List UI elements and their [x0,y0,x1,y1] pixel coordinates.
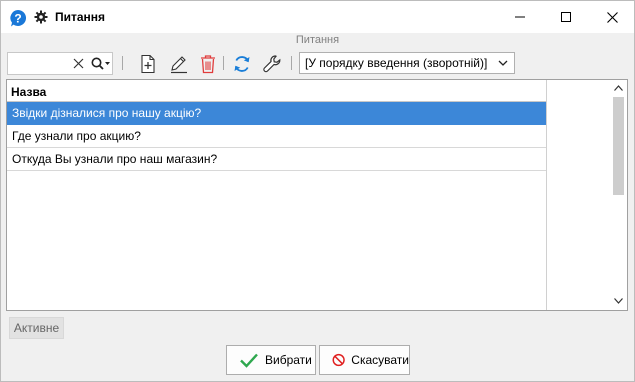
chevron-down-icon [498,60,508,66]
vertical-scrollbar[interactable] [609,80,627,310]
table-row[interactable]: Звідки дізналися про нашу акцію? [7,102,546,125]
search-box[interactable] [7,52,113,75]
scrollbar-thumb[interactable] [613,97,624,195]
delete-button[interactable] [196,52,220,76]
close-icon [606,11,618,23]
help-icon[interactable]: ? [9,9,27,27]
questions-grid: Назва Звідки дізналися про нашу акцію? Г… [6,79,628,311]
scroll-down-icon[interactable] [614,298,623,304]
gear-icon[interactable] [34,10,48,24]
checkmark-icon [240,353,258,368]
grid-body: Назва Звідки дізналися про нашу акцію? Г… [7,80,547,310]
edit-pencil-icon [171,56,187,74]
clear-search-icon[interactable] [72,57,85,70]
cancel-button-label: Скасувати [351,353,409,367]
window-title: Питання [55,10,106,24]
table-row[interactable]: Откуда Вы узнали про наш магазин? [7,148,546,171]
sort-order-value: [У порядку введення (зворотній)] [305,56,488,70]
toolbar-separator [291,56,292,70]
maximize-icon [561,12,571,22]
select-button-label: Вибрати [265,353,312,367]
search-icon[interactable] [90,56,112,72]
minimize-button[interactable] [497,1,543,33]
toolbar-separator [122,56,123,70]
close-button[interactable] [589,1,635,33]
dialog-window: ? Питання Питання [У порядку введення (з… [0,0,635,382]
column-header-name[interactable]: Назва [7,80,546,102]
toolbar-caption: Питання [295,34,340,46]
active-filter-button[interactable]: Активне [9,317,64,339]
maximize-button[interactable] [543,1,589,33]
cancel-icon [332,353,345,367]
settings-wrench-icon [263,55,281,73]
delete-trash-icon [201,55,215,74]
minimize-icon [515,16,525,18]
select-button[interactable]: Вибрати [226,345,316,375]
sort-order-select[interactable]: [У порядку введення (зворотній)] [299,52,515,74]
settings-button[interactable] [260,52,284,76]
refresh-button[interactable] [230,52,254,76]
refresh-icon [234,56,250,72]
search-input[interactable] [10,55,68,72]
add-document-icon [141,54,155,74]
add-button[interactable] [136,52,160,76]
edit-button[interactable] [167,52,191,76]
toolbar-separator [223,56,224,70]
title-bar: ? Питання [1,1,634,33]
scroll-up-icon[interactable] [614,85,623,91]
table-row[interactable]: Где узнали про акцию? [7,125,546,148]
svg-text:?: ? [14,12,21,26]
cancel-button[interactable]: Скасувати [319,345,410,375]
